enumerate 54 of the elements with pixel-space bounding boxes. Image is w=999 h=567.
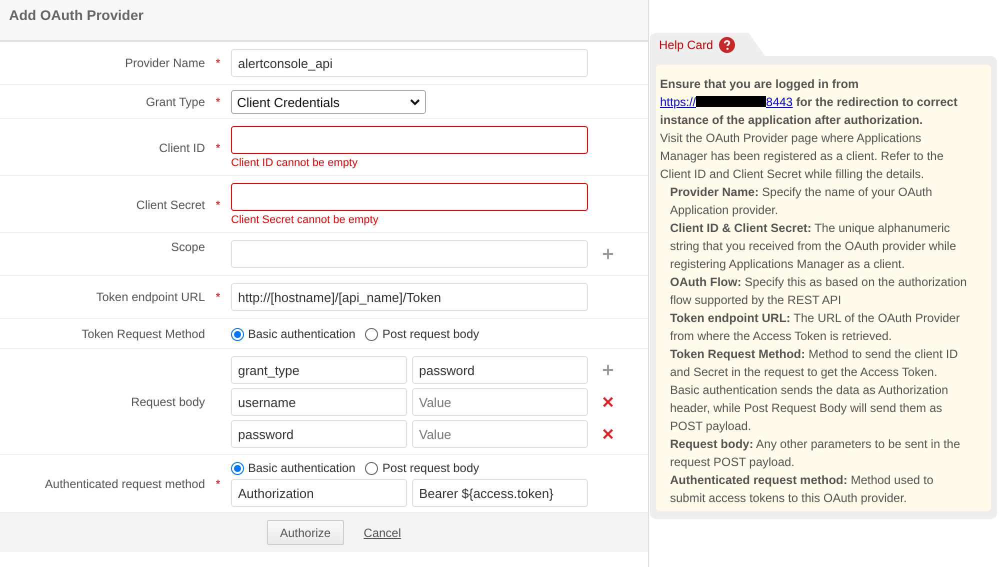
header-value-field[interactable]: Bearer ${access.token} xyxy=(412,479,588,507)
key-field[interactable]: password xyxy=(231,420,407,448)
help-item: Provider Name: Specify the name of your OAuth Application provider. xyxy=(669,184,934,219)
required-mark: * xyxy=(216,140,220,154)
field-label: Provider Name xyxy=(124,56,205,70)
field-label: Authenticated request method xyxy=(44,477,205,491)
help-item: OAuth Flow: Specify this as based on the authorization flow supported by the REST API xyxy=(669,274,968,309)
plus-icon[interactable] xyxy=(603,249,613,259)
value-field[interactable]: password xyxy=(412,356,588,384)
radio-option[interactable]: Post request body xyxy=(365,327,480,341)
field-label: Token Request Method xyxy=(82,327,205,341)
delete-icon[interactable] xyxy=(602,428,614,440)
required-mark: * xyxy=(216,198,220,212)
required-mark: * xyxy=(216,477,220,491)
field-label: Request body xyxy=(130,395,205,409)
help-item: Token Request Method: Method to send the client ID and Secret in the request to get the Access Token. Basic authentication sends the data as Authorization header, while Post Request Body will send them as POST payload. xyxy=(669,346,959,435)
value-field[interactable]: Value xyxy=(412,420,588,448)
help-item: Client ID & Client Secret: The unique alphanumeric string that you received from the OAuth provider while registering Applications Manager as a client. xyxy=(669,220,958,273)
authorize-button[interactable]: Authorize xyxy=(266,520,344,545)
chevron-icon xyxy=(410,98,420,106)
field-label: Client ID xyxy=(158,140,205,154)
key-field[interactable]: grant_type xyxy=(231,356,407,384)
server-link[interactable]: https:// 8443 xyxy=(660,95,793,109)
header-name-field[interactable]: Authorization xyxy=(231,479,407,507)
radio-option[interactable]: Basic authentication xyxy=(231,461,356,475)
field-label: Grant Type xyxy=(146,95,205,109)
key-field[interactable]: username xyxy=(231,388,407,416)
delete-icon[interactable] xyxy=(602,396,614,408)
value-field[interactable]: Value xyxy=(412,388,588,416)
help-paragraph: Visit the OAuth Provider page where Applications Manager has been registered as a client. Refer to the Client ID and Client Secret while filling the details. xyxy=(660,130,944,183)
text-field[interactable] xyxy=(231,126,588,154)
grant-type-select[interactable]: Client Credentials xyxy=(231,90,426,114)
required-mark: * xyxy=(216,290,220,304)
help-item: Request body: Any other parameters to be sent in the request POST payload. xyxy=(669,436,962,471)
required-mark: * xyxy=(216,56,220,70)
required-mark: * xyxy=(216,95,220,109)
field-label: Scope xyxy=(170,240,205,254)
field-label: Token endpoint URL xyxy=(96,290,205,304)
field-label: Client Secret xyxy=(136,198,205,212)
text-field[interactable]: alertconsole_api xyxy=(231,49,588,77)
radio-option[interactable]: Basic authentication xyxy=(231,327,356,341)
login-notice: Ensure that you are logged in from https:// 8443 for the redirection to correct instance of the application after authorization. xyxy=(660,76,958,129)
text-field[interactable] xyxy=(231,183,588,211)
error-message: Client ID cannot be empty xyxy=(231,157,358,169)
help-item: Authenticated request method: Method used to submit access tokens to this OAuth provider. xyxy=(669,472,934,507)
help-card-title: Help Card xyxy=(659,38,714,52)
help-icon xyxy=(719,36,736,52)
plus-icon[interactable] xyxy=(603,365,613,375)
text-field[interactable]: http://[hostname]/[api_name]/Token xyxy=(231,283,588,311)
help-item: Token endpoint URL: The URL of the OAuth Provider from where the Access Token is retrieved. xyxy=(669,310,961,345)
form-title: Add OAuth Provider xyxy=(9,7,144,23)
cancel-link[interactable]: Cancel xyxy=(364,526,402,540)
error-message: Client Secret cannot be empty xyxy=(231,214,378,226)
radio-option[interactable]: Post request body xyxy=(365,461,480,475)
